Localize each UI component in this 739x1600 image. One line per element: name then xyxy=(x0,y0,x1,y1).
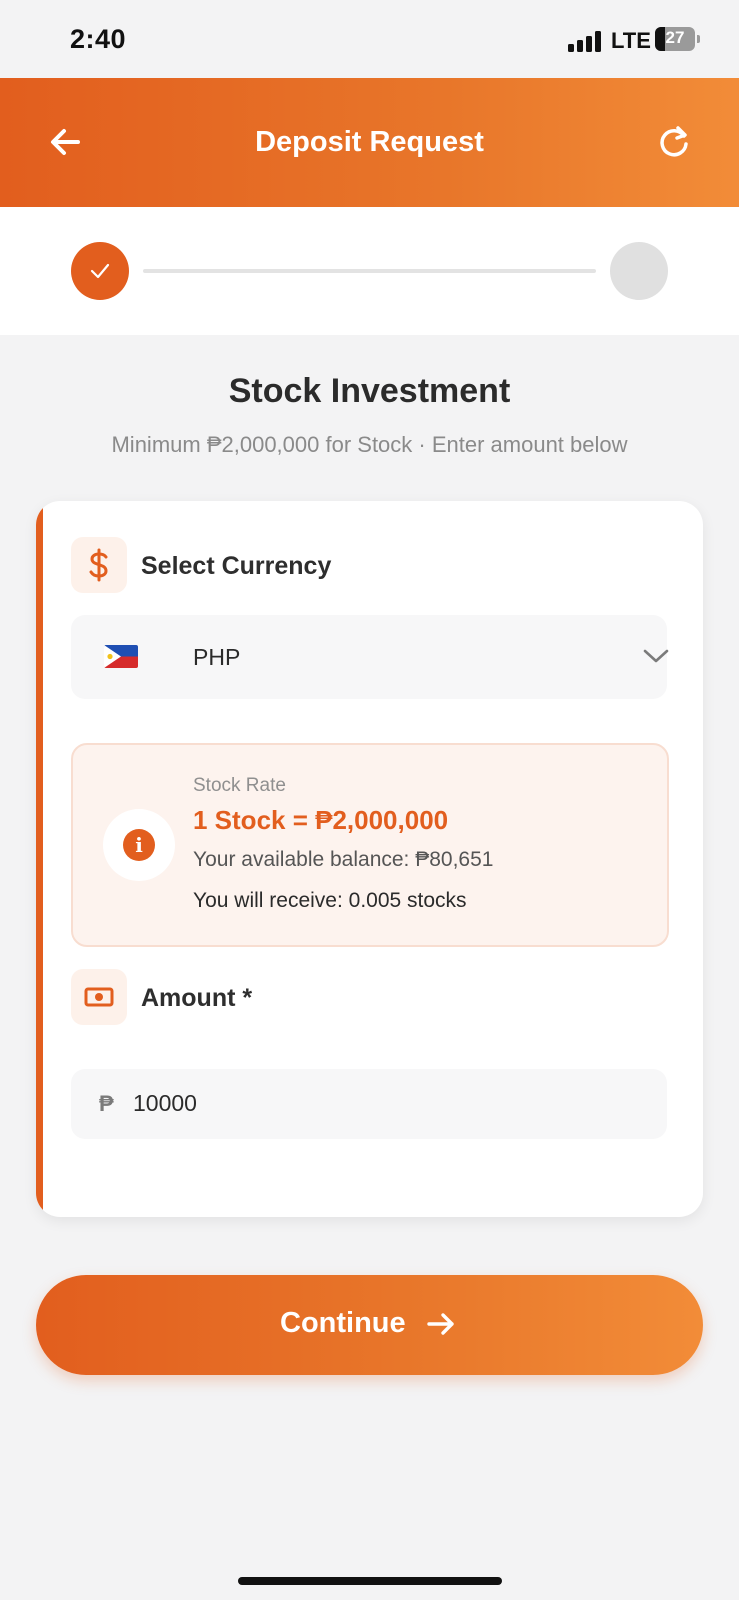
info-icon: i xyxy=(123,829,155,861)
amount-input[interactable]: ₱ 10000 xyxy=(71,1069,667,1139)
stock-rate-value: 1 Stock = ₱2,000,000 xyxy=(193,805,449,835)
check-icon xyxy=(90,263,110,279)
peso-symbol: ₱ xyxy=(99,1091,114,1116)
page-subtitle: Minimum ₱2,000,000 for Stock · Enter amo… xyxy=(111,432,628,457)
currency-selected-value: PHP xyxy=(193,644,241,670)
cellular-signal-icon xyxy=(568,30,606,52)
refresh-button[interactable] xyxy=(654,122,694,162)
step-2-pending xyxy=(610,242,668,300)
arrow-right-icon xyxy=(427,1313,454,1335)
stocks-to-receive: You will receive: 0.005 stocks xyxy=(193,889,467,912)
progress-steps xyxy=(0,207,739,335)
battery-level: 27 xyxy=(665,28,685,47)
battery-icon: 27 xyxy=(655,27,700,51)
cash-icon xyxy=(84,987,114,1007)
step-1-complete xyxy=(71,242,129,300)
continue-button[interactable]: Continue xyxy=(36,1275,703,1375)
amount-value: 10000 xyxy=(133,1090,197,1116)
continue-label: Continue xyxy=(280,1307,406,1339)
currency-icon-tile xyxy=(71,537,127,593)
info-icon-circle: i xyxy=(103,809,175,881)
page-title: Stock Investment xyxy=(228,372,511,410)
stock-rate-info-box: i Stock Rate 1 Stock = ₱2,000,000 Your a… xyxy=(71,743,669,947)
refresh-icon xyxy=(660,126,688,157)
card-accent-bar xyxy=(36,501,43,1217)
chevron-down-icon xyxy=(643,649,669,663)
dollar-icon xyxy=(89,548,108,582)
amount-label: Amount * xyxy=(141,984,253,1012)
deposit-form-card: Select Currency PHP i Stock Rate 1 Stock… xyxy=(36,501,703,1217)
status-bar: 2:40 LTE 27 xyxy=(0,0,739,78)
philippines-flag-icon xyxy=(104,645,138,668)
network-type: LTE xyxy=(611,28,651,53)
stock-rate-label: Stock Rate xyxy=(193,775,286,796)
step-connector xyxy=(143,269,596,273)
app-header: Deposit Request xyxy=(0,78,739,207)
currency-select[interactable]: PHP xyxy=(71,615,669,699)
available-balance: Your available balance: ₱80,651 xyxy=(193,848,494,871)
home-indicator xyxy=(238,1577,502,1585)
amount-icon-tile xyxy=(71,969,127,1025)
status-time: 2:40 xyxy=(70,24,127,54)
header-title: Deposit Request xyxy=(255,126,484,158)
currency-label: Select Currency xyxy=(141,552,332,580)
